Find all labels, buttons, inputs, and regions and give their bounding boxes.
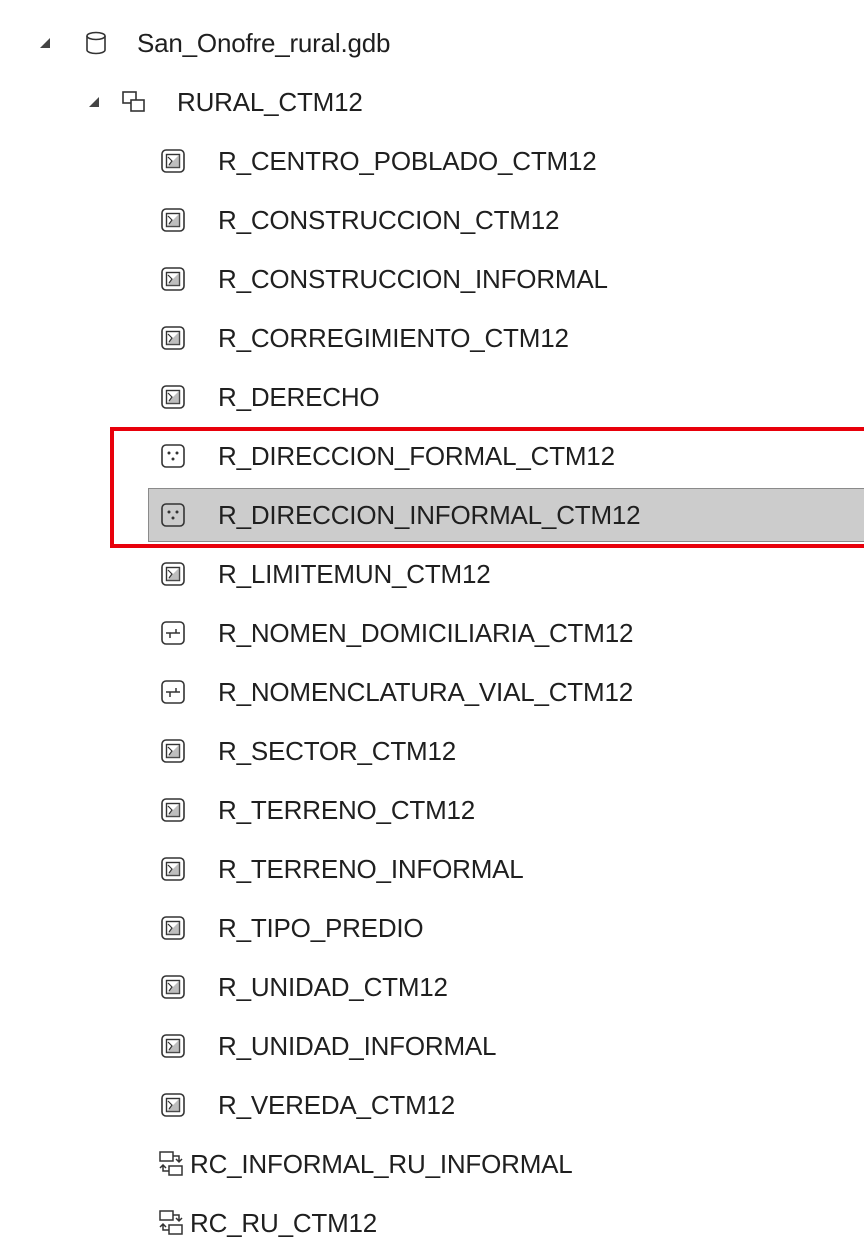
tree-item[interactable]: R_SECTOR_CTM12 bbox=[0, 724, 864, 778]
polygon-feature-class-icon bbox=[161, 267, 185, 291]
expander-expanded-icon[interactable] bbox=[37, 35, 53, 51]
tree-node-label: San_Onofre_rural.gdb bbox=[137, 28, 391, 58]
polygon-feature-class-icon bbox=[161, 326, 185, 350]
tree-item[interactable]: RC_INFORMAL_RU_INFORMAL bbox=[0, 1137, 864, 1191]
tree-item[interactable]: R_TERRENO_CTM12 bbox=[0, 783, 864, 837]
tree-item[interactable]: R_TIPO_PREDIO bbox=[0, 901, 864, 955]
tree-item-label: R_SECTOR_CTM12 bbox=[218, 736, 457, 766]
tree-item[interactable]: R_CONSTRUCCION_INFORMAL bbox=[0, 252, 864, 306]
tree-item[interactable]: R_CENTRO_POBLADO_CTM12 bbox=[0, 134, 864, 188]
geodatabase-icon bbox=[86, 31, 106, 55]
polygon-feature-class-icon bbox=[161, 798, 185, 822]
polygon-feature-class-icon bbox=[161, 857, 185, 881]
tree-item[interactable]: R_LIMITEMUN_CTM12 bbox=[0, 547, 864, 601]
expander-expanded-icon[interactable] bbox=[86, 94, 102, 110]
tree-item[interactable]: R_CONSTRUCCION_CTM12 bbox=[0, 193, 864, 247]
tree-item[interactable]: R_CORREGIMIENTO_CTM12 bbox=[0, 311, 864, 365]
polygon-feature-class-icon bbox=[161, 208, 185, 232]
tree-item-label: R_DERECHO bbox=[218, 382, 380, 412]
tree-item-label: R_TERRENO_INFORMAL bbox=[218, 854, 524, 884]
polygon-feature-class-icon bbox=[161, 562, 185, 586]
tree-item-label: R_UNIDAD_INFORMAL bbox=[218, 1031, 497, 1061]
relationship-class-icon bbox=[159, 1210, 183, 1235]
tree-item-label: R_LIMITEMUN_CTM12 bbox=[218, 559, 491, 589]
tree-item-label: R_CORREGIMIENTO_CTM12 bbox=[218, 323, 569, 353]
tree-item[interactable]: RC_RU_CTM12 bbox=[0, 1196, 864, 1250]
tree-item-label: R_CONSTRUCCION_INFORMAL bbox=[218, 264, 608, 294]
tree-item-label: R_DIRECCION_FORMAL_CTM12 bbox=[218, 441, 615, 471]
tree-node-feature-dataset[interactable]: RURAL_CTM12 bbox=[0, 75, 864, 129]
tree-item[interactable]: R_DERECHO bbox=[0, 370, 864, 424]
tree-item[interactable]: R_TERRENO_INFORMAL bbox=[0, 842, 864, 896]
tree-item-label: R_CENTRO_POBLADO_CTM12 bbox=[218, 146, 597, 176]
polygon-feature-class-icon bbox=[161, 1034, 185, 1058]
polygon-feature-class-icon bbox=[161, 385, 185, 409]
polygon-feature-class-icon bbox=[161, 1093, 185, 1117]
tree-item[interactable]: R_DIRECCION_INFORMAL_CTM12 bbox=[0, 488, 864, 542]
tree-item[interactable]: R_DIRECCION_FORMAL_CTM12 bbox=[0, 429, 864, 483]
tree-item[interactable]: R_VEREDA_CTM12 bbox=[0, 1078, 864, 1132]
relationship-class-icon bbox=[159, 1151, 183, 1176]
tree-item[interactable]: R_NOMENCLATURA_VIAL_CTM12 bbox=[0, 665, 864, 719]
point-feature-class-icon bbox=[161, 444, 185, 468]
tree-item-label: R_NOMEN_DOMICILIARIA_CTM12 bbox=[218, 618, 634, 648]
polygon-feature-class-icon bbox=[161, 975, 185, 999]
tree-item[interactable]: R_UNIDAD_CTM12 bbox=[0, 960, 864, 1014]
polygon-feature-class-icon bbox=[161, 739, 185, 763]
polygon-feature-class-icon bbox=[161, 149, 185, 173]
tree-item-label: R_NOMENCLATURA_VIAL_CTM12 bbox=[218, 677, 633, 707]
tree-item[interactable]: R_NOMEN_DOMICILIARIA_CTM12 bbox=[0, 606, 864, 660]
point-feature-class-icon bbox=[161, 503, 185, 527]
tree-item-label: R_UNIDAD_CTM12 bbox=[218, 972, 448, 1002]
line-feature-class-icon bbox=[161, 621, 185, 645]
line-feature-class-icon bbox=[161, 680, 185, 704]
tree-item-label: RC_INFORMAL_RU_INFORMAL bbox=[190, 1149, 573, 1179]
tree-item[interactable]: R_UNIDAD_INFORMAL bbox=[0, 1019, 864, 1073]
tree-item-label: R_TERRENO_CTM12 bbox=[218, 795, 476, 825]
tree-item-label: R_TIPO_PREDIO bbox=[218, 913, 424, 943]
feature-dataset-icon bbox=[122, 91, 145, 112]
tree-item-label: R_VEREDA_CTM12 bbox=[218, 1090, 456, 1120]
polygon-feature-class-icon bbox=[161, 916, 185, 940]
tree-item-label: R_CONSTRUCCION_CTM12 bbox=[218, 205, 560, 235]
tree-node-label: RURAL_CTM12 bbox=[177, 87, 363, 117]
tree-item-label: R_DIRECCION_INFORMAL_CTM12 bbox=[218, 500, 641, 530]
tree-node-geodatabase[interactable]: San_Onofre_rural.gdb bbox=[0, 16, 864, 70]
tree-item-label: RC_RU_CTM12 bbox=[190, 1208, 378, 1238]
